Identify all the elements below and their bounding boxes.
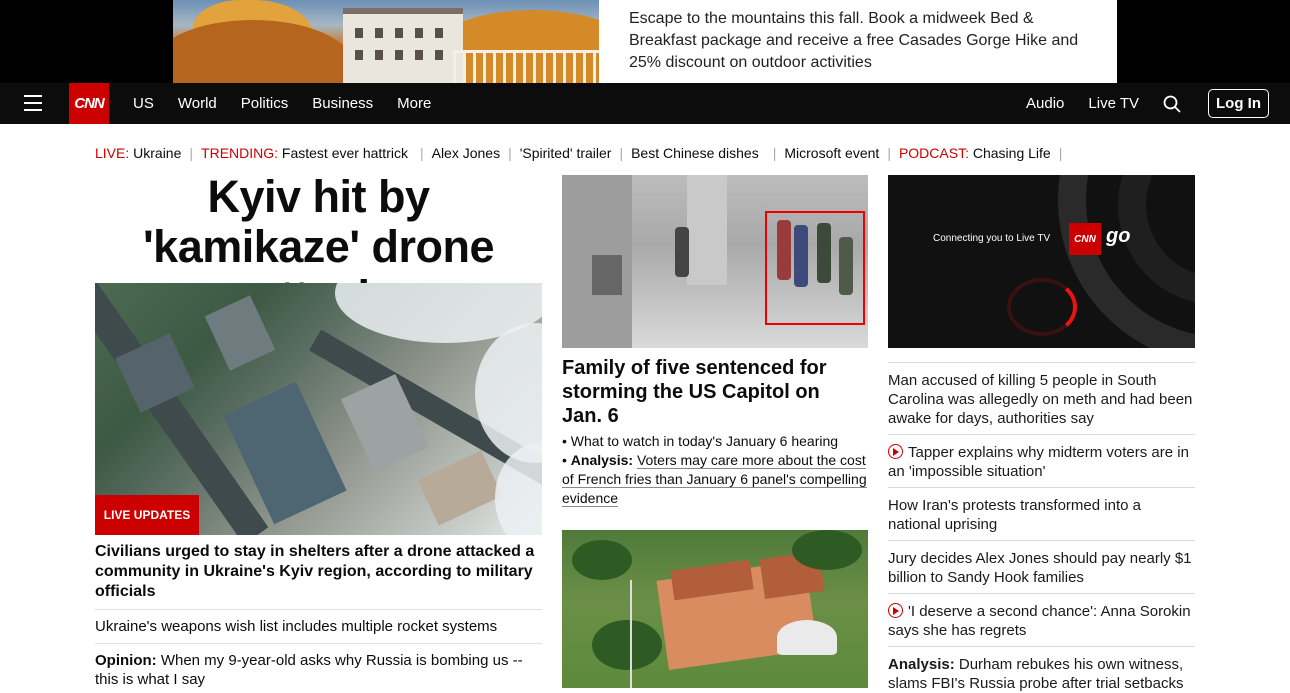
play-icon <box>888 444 903 459</box>
trending-item-alex-jones[interactable]: Alex Jones <box>432 145 500 161</box>
trending-bar: LIVE: Ukraine | TRENDING: Fastest ever h… <box>95 145 1070 161</box>
cnn-logo[interactable]: CNN <box>69 83 109 124</box>
nav-link-more[interactable]: More <box>397 95 431 112</box>
video-story-link[interactable]: Tapper explains why midterm voters are i… <box>888 434 1195 481</box>
nav-link-politics[interactable]: Politics <box>241 95 289 112</box>
nav-link-audio[interactable]: Audio <box>1026 95 1064 112</box>
go-logo-text: go <box>1106 225 1131 247</box>
related-link-hearing-text: What to watch in today's January 6 heari… <box>570 433 839 449</box>
analysis-label: Analysis: <box>888 656 955 673</box>
related-link-analysis[interactable]: • Analysis: Voters may care more about t… <box>562 451 868 508</box>
ad-image[interactable] <box>173 0 599 83</box>
separator: | <box>1058 145 1063 161</box>
play-icon <box>888 603 903 618</box>
trending-podcast-text: Chasing Life <box>972 145 1051 161</box>
separator: | <box>772 145 777 161</box>
nav-right: Audio Live TV Log In <box>1026 83 1269 124</box>
search-icon[interactable] <box>1163 95 1181 113</box>
story-link[interactable]: Man accused of killing 5 people in South… <box>888 362 1195 428</box>
separator: | <box>508 145 512 161</box>
analysis-label: Analysis: <box>570 452 634 468</box>
top-nav: CNN US World Politics Business More Audi… <box>0 83 1290 124</box>
live-tv-video-player[interactable]: Connecting you to Live TV CNN go <box>888 175 1195 348</box>
trending-live[interactable]: LIVE: Ukraine <box>95 145 181 161</box>
live-updates-badge[interactable]: LIVE UPDATES <box>95 495 199 535</box>
video-story-text: 'I deserve a second chance': Anna Soroki… <box>888 603 1191 639</box>
trending-live-label: LIVE: <box>95 145 130 161</box>
ad-text[interactable]: Escape to the mountains this fall. Book … <box>599 0 1117 83</box>
trending-podcast[interactable]: PODCAST: Chasing Life <box>899 145 1051 161</box>
separator: | <box>619 145 624 161</box>
separator: | <box>189 145 194 161</box>
trending-podcast-label: PODCAST: <box>898 145 969 161</box>
cnn-go-logo: CNN <box>1069 223 1101 255</box>
nav-link-live-tv[interactable]: Live TV <box>1088 95 1139 112</box>
trending-item-spirited[interactable]: 'Spirited' trailer <box>520 145 612 161</box>
trending-item-microsoft[interactable]: Microsoft event <box>784 145 879 161</box>
opinion-story-link[interactable]: Opinion: When my 9-year-old asks why Rus… <box>95 643 542 689</box>
opinion-label: Opinion: <box>95 652 157 669</box>
nav-link-world[interactable]: World <box>178 95 217 112</box>
nav-link-us[interactable]: US <box>133 95 154 112</box>
separator: | <box>887 145 891 161</box>
login-button[interactable]: Log In <box>1208 89 1269 118</box>
separator: | <box>419 145 424 161</box>
mar-a-lago-aerial-image[interactable] <box>562 530 868 688</box>
trending-topic-text: Fastest ever hattrick <box>281 145 408 161</box>
analysis-story-link[interactable]: Analysis: Durham rebukes his own witness… <box>888 646 1195 693</box>
video-connecting-text: Connecting you to Live TV <box>933 233 1051 244</box>
loading-spinner-icon <box>1007 278 1077 336</box>
capitol-security-footage-image[interactable] <box>562 175 868 348</box>
trending-label: TRENDING: <box>201 145 279 161</box>
trending-topic[interactable]: TRENDING: Fastest ever hattrick <box>201 145 408 161</box>
capitol-related-links: • What to watch in today's January 6 hea… <box>562 432 868 508</box>
story-link[interactable]: Jury decides Alex Jones should pay nearl… <box>888 540 1195 587</box>
hamburger-menu-icon[interactable] <box>24 95 42 111</box>
story-link[interactable]: Ukraine's weapons wish list includes mul… <box>95 609 542 636</box>
lead-story-link[interactable]: Civilians urged to stay in shelters afte… <box>95 542 542 602</box>
trending-item-chinese-dishes[interactable]: Best Chinese dishes <box>631 145 759 161</box>
video-story-link[interactable]: 'I deserve a second chance': Anna Soroki… <box>888 593 1195 640</box>
ad-banner[interactable]: Escape to the mountains this fall. Book … <box>0 0 1290 83</box>
nav-links: US World Politics Business More <box>133 83 455 124</box>
opinion-text: When my 9-year-old asks why Russia is bo… <box>95 652 523 688</box>
video-story-text: Tapper explains why midterm voters are i… <box>888 444 1189 480</box>
story-link[interactable]: How Iran's protests transformed into a n… <box>888 487 1195 534</box>
trending-live-text: Ukraine <box>133 145 182 161</box>
related-link-hearing[interactable]: • What to watch in today's January 6 hea… <box>562 432 868 451</box>
nav-link-business[interactable]: Business <box>312 95 373 112</box>
capitol-story-headline[interactable]: Family of five sentenced for storming th… <box>562 356 862 428</box>
